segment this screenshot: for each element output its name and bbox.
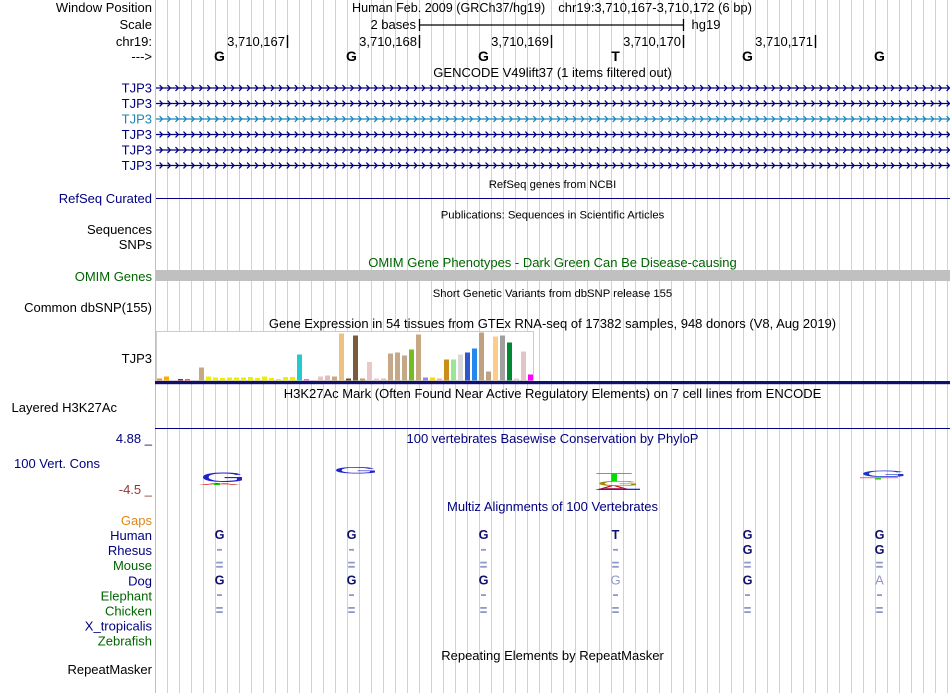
svg-text:G: G [214, 48, 225, 64]
svg-text:Gaps: Gaps [121, 513, 153, 528]
svg-text:G: G [875, 543, 885, 557]
svg-text:2 bases: 2 bases [370, 17, 416, 32]
svg-text:H3K27Ac Mark (Often Found Near: H3K27Ac Mark (Often Found Near Active Re… [284, 386, 822, 401]
svg-text:TJP3: TJP3 [122, 81, 152, 96]
svg-text:TJP3: TJP3 [122, 96, 152, 111]
svg-text:TJP3: TJP3 [122, 127, 152, 142]
svg-text:Common dbSNP(155): Common dbSNP(155) [24, 300, 152, 315]
svg-text:Repeating Elements by RepeatMa: Repeating Elements by RepeatMasker [441, 648, 664, 663]
svg-text:OMIM Genes: OMIM Genes [75, 269, 153, 284]
svg-text:chr19:: chr19: [116, 34, 152, 49]
svg-text:RepeatMasker: RepeatMasker [67, 662, 152, 677]
svg-text:G: G [478, 48, 489, 64]
svg-text:Multiz Alignments of 100 Verte: Multiz Alignments of 100 Vertebrates [447, 499, 659, 514]
svg-text:TJP3: TJP3 [122, 351, 152, 366]
svg-text:Scale: Scale [119, 17, 152, 32]
svg-text:G: G [479, 528, 489, 542]
svg-text:G: G [346, 48, 357, 64]
svg-text:TJP3: TJP3 [122, 112, 152, 127]
svg-text:TJP3: TJP3 [122, 158, 152, 173]
svg-text:3,710,167: 3,710,167 [227, 34, 285, 49]
svg-text:Layered H3K27Ac: Layered H3K27Ac [12, 400, 118, 415]
svg-text:SNPs: SNPs [119, 237, 153, 252]
svg-text:G: G [215, 528, 225, 542]
svg-text:RefSeq genes from NCBI: RefSeq genes from NCBI [489, 179, 616, 191]
svg-text:G: G [215, 573, 225, 587]
svg-text:G: G [874, 48, 885, 64]
svg-text:G: G [743, 543, 753, 557]
svg-text:100 Vert. Cons: 100 Vert. Cons [14, 456, 100, 471]
svg-text:Chicken: Chicken [105, 604, 152, 619]
svg-text:chr19:3,710,167-3,710,172 (6 b: chr19:3,710,167-3,710,172 (6 bp) [558, 0, 752, 15]
svg-text:RefSeq Curated: RefSeq Curated [59, 191, 152, 206]
svg-text:4.88 _: 4.88 _ [116, 431, 153, 446]
svg-text:3,710,168: 3,710,168 [359, 34, 417, 49]
svg-text:Dog: Dog [128, 573, 152, 588]
svg-text:A: A [595, 484, 633, 492]
svg-text:G: G [743, 573, 753, 587]
svg-text:A: A [875, 572, 884, 587]
svg-text:G: G [742, 48, 753, 64]
svg-text:Zebrafish: Zebrafish [98, 634, 152, 649]
svg-text:G: G [743, 528, 753, 542]
svg-text:G: G [347, 573, 357, 587]
svg-text:Publications: Sequences in Sci: Publications: Sequences in Scientific Ar… [441, 210, 665, 222]
svg-text:3,710,171: 3,710,171 [755, 34, 813, 49]
svg-text:Human Feb. 2009 (GRCh37/hg19): Human Feb. 2009 (GRCh37/hg19) [352, 1, 545, 15]
svg-text:Sequences: Sequences [87, 222, 153, 237]
svg-text:G: G [479, 573, 489, 587]
svg-text:-4.5 _: -4.5 _ [119, 482, 153, 497]
svg-text:3,710,169: 3,710,169 [491, 34, 549, 49]
svg-text:Window Position: Window Position [56, 0, 152, 15]
svg-text:--->: ---> [131, 49, 152, 64]
svg-text:TJP3: TJP3 [122, 143, 152, 158]
svg-text:Short Genetic Variants from db: Short Genetic Variants from dbSNP releas… [433, 288, 672, 300]
svg-text:3,710,170: 3,710,170 [623, 34, 681, 49]
svg-text:G: G [610, 572, 620, 587]
svg-text:GENCODE V49lift37 (1 items fil: GENCODE V49lift37 (1 items filtered out) [433, 65, 671, 80]
svg-text:T: T [612, 528, 620, 542]
svg-text:Human: Human [110, 528, 152, 543]
svg-text:T: T [611, 48, 620, 64]
svg-text:Gene Expression in 54 tissues: Gene Expression in 54 tissues from GTEx … [269, 316, 836, 331]
svg-text:X_tropicalis: X_tropicalis [85, 619, 153, 634]
svg-text:G: G [333, 465, 379, 476]
svg-text:100 vertebrates Basewise Conse: 100 vertebrates Basewise Conservation by… [407, 431, 699, 446]
svg-text:Elephant: Elephant [101, 588, 153, 603]
svg-text:Mouse: Mouse [113, 558, 152, 573]
svg-text:G: G [347, 528, 357, 542]
svg-text:OMIM Gene Phenotypes - Dark Gr: OMIM Gene Phenotypes - Dark Green Can Be… [368, 255, 737, 270]
svg-text:G: G [875, 528, 885, 542]
svg-text:hg19: hg19 [692, 17, 721, 32]
svg-text:Rhesus: Rhesus [108, 543, 153, 558]
